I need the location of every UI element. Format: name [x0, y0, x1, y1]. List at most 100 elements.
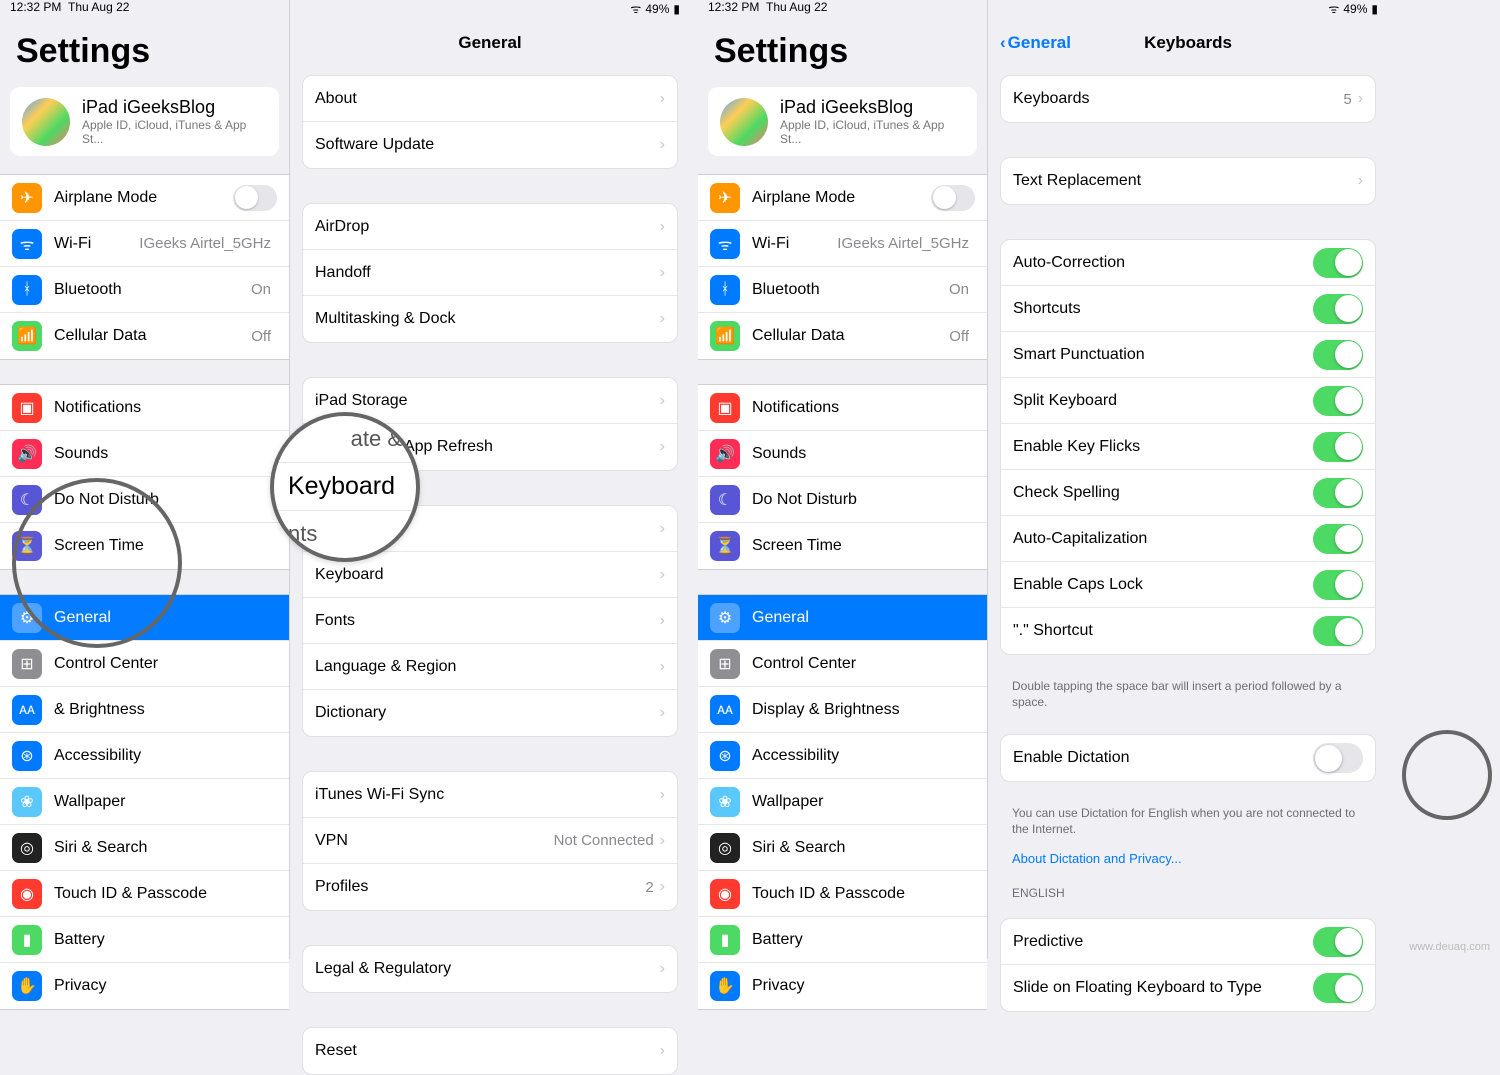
wifi-status-icon: ᯤ	[630, 0, 641, 17]
row-fonts[interactable]: Fonts›	[303, 598, 677, 644]
sidebar-item-controlcenter[interactable]: ⊞Control Center	[698, 641, 987, 687]
sidebar-item-battery[interactable]: ▮Battery	[0, 917, 289, 963]
row-about[interactable]: About›	[303, 76, 677, 122]
sidebar-item-screentime[interactable]: ⏳Screen Time	[698, 523, 987, 569]
sidebar-item-touchid[interactable]: ◉Touch ID & Passcode	[0, 871, 289, 917]
row-autocorrect[interactable]: Auto-Correction	[1001, 240, 1375, 286]
apple-id-row[interactable]: iPad iGeeksBlog Apple ID, iCloud, iTunes…	[10, 87, 279, 156]
siri-icon: ◎	[710, 833, 740, 863]
row-text-replacement[interactable]: Text Replacement›	[1001, 158, 1375, 204]
row-dictionary[interactable]: Dictionary›	[303, 690, 677, 736]
row-autocapitalization[interactable]: Auto-Capitalization	[1001, 516, 1375, 562]
row-itunes-sync[interactable]: iTunes Wi-Fi Sync›	[303, 772, 677, 818]
sidebar-item-display[interactable]: ᴀᴀDisplay & Brightness	[698, 687, 987, 733]
sliders-icon: ⊞	[710, 649, 740, 679]
airplane-toggle[interactable]	[931, 185, 975, 211]
dictation-privacy-link[interactable]: About Dictation and Privacy...	[988, 847, 1388, 878]
toggle-key-flicks[interactable]	[1313, 432, 1363, 462]
toggle-dot-shortcut[interactable]	[1313, 616, 1363, 646]
row-predictive[interactable]: Predictive	[1001, 919, 1375, 965]
sidebar-item-dnd[interactable]: ☾Do Not Disturb	[698, 477, 987, 523]
sidebar-item-wifi[interactable]: ᯤWi-FiIGeeks Airtel_5GHz	[0, 221, 289, 267]
sidebar-item-controlcenter[interactable]: ⊞Control Center	[0, 641, 289, 687]
toggle-shortcuts[interactable]	[1313, 294, 1363, 324]
toggle-caps-lock[interactable]	[1313, 570, 1363, 600]
toggle-smart-punctuation[interactable]	[1313, 340, 1363, 370]
sidebar-item-bluetooth[interactable]: ᚼBluetoothOn	[0, 267, 289, 313]
row-handoff[interactable]: Handoff›	[303, 250, 677, 296]
sidebar-item-wifi[interactable]: ᯤWi-FiIGeeks Airtel_5GHz	[698, 221, 987, 267]
row-enable-dictation[interactable]: Enable Dictation	[1001, 735, 1375, 781]
battery-icon: ▮	[673, 2, 680, 16]
sidebar-item-battery[interactable]: ▮Battery	[698, 917, 987, 963]
back-button-general[interactable]: ‹General	[1000, 33, 1071, 53]
sidebar-item-general[interactable]: ⚙General	[0, 595, 289, 641]
toggle-dictation[interactable]	[1313, 743, 1363, 773]
chevron-right-icon: ›	[660, 878, 665, 896]
row-multitasking[interactable]: Multitasking & Dock›	[303, 296, 677, 342]
sidebar-item-bluetooth[interactable]: ᚼBluetoothOn	[698, 267, 987, 313]
sidebar-item-sounds[interactable]: 🔊Sounds	[0, 431, 289, 477]
sidebar-item-screentime[interactable]: ⏳Screen Time	[0, 523, 289, 569]
row-key-flicks[interactable]: Enable Key Flicks	[1001, 424, 1375, 470]
sidebar-item-privacy[interactable]: ✋Privacy	[698, 963, 987, 1009]
apple-id-row[interactable]: iPad iGeeksBlog Apple ID, iCloud, iTunes…	[708, 87, 977, 156]
chevron-right-icon: ›	[660, 218, 665, 236]
wifi-icon: ᯤ	[12, 229, 42, 259]
toggle-predictive[interactable]	[1313, 927, 1363, 957]
sidebar-item-accessibility[interactable]: ⊛Accessibility	[698, 733, 987, 779]
toggle-slide-floating[interactable]	[1313, 973, 1363, 1003]
toggle-autocapitalization[interactable]	[1313, 524, 1363, 554]
avatar-icon	[22, 98, 70, 146]
sidebar-item-airplane[interactable]: ✈Airplane Mode	[0, 175, 289, 221]
keyboards-panel: ᯤ49%▮ ‹General Keyboards Keyboards5› Tex…	[988, 0, 1388, 959]
panel-title-keyboards: ‹General Keyboards	[988, 17, 1388, 61]
sidebar-item-airplane[interactable]: ✈Airplane Mode	[698, 175, 987, 221]
settings-title: Settings	[698, 14, 987, 81]
toggle-check-spelling[interactable]	[1313, 478, 1363, 508]
sidebar-item-general[interactable]: ⚙General	[698, 595, 987, 641]
account-name: iPad iGeeksBlog	[82, 97, 267, 118]
row-software-update[interactable]: Software Update›	[303, 122, 677, 168]
sidebar-item-siri[interactable]: ◎Siri & Search	[0, 825, 289, 871]
row-shortcuts[interactable]: Shortcuts	[1001, 286, 1375, 332]
toggle-split-keyboard[interactable]	[1313, 386, 1363, 416]
row-legal[interactable]: Legal & Regulatory›	[303, 946, 677, 992]
sidebar-item-wallpaper[interactable]: ❀Wallpaper	[698, 779, 987, 825]
airplane-icon: ✈	[12, 183, 42, 213]
toggle-autocorrect[interactable]	[1313, 248, 1363, 278]
sidebar-item-privacy[interactable]: ✋Privacy	[0, 963, 289, 1009]
sidebar-item-cellular[interactable]: 📶Cellular DataOff	[698, 313, 987, 359]
row-profiles[interactable]: Profiles2›	[303, 864, 677, 910]
cellular-icon: 📶	[710, 321, 740, 351]
sidebar-item-cellular[interactable]: 📶Cellular DataOff	[0, 313, 289, 359]
sidebar-item-sounds[interactable]: 🔊Sounds	[698, 431, 987, 477]
sidebar-item-dnd[interactable]: ☾Do Not Disturb	[0, 477, 289, 523]
notifications-icon: ▣	[12, 393, 42, 423]
row-language-region[interactable]: Language & Region›	[303, 644, 677, 690]
row-airdrop[interactable]: AirDrop›	[303, 204, 677, 250]
sidebar-item-siri[interactable]: ◎Siri & Search	[698, 825, 987, 871]
sidebar-item-notifications[interactable]: ▣Notifications	[0, 385, 289, 431]
row-reset[interactable]: Reset›	[303, 1028, 677, 1074]
chevron-right-icon: ›	[660, 704, 665, 722]
row-slide-floating[interactable]: Slide on Floating Keyboard to Type	[1001, 965, 1375, 1011]
row-caps-lock[interactable]: Enable Caps Lock	[1001, 562, 1375, 608]
sidebar-item-accessibility[interactable]: ⊛Accessibility	[0, 733, 289, 779]
hand-icon: ✋	[12, 971, 42, 1001]
row-vpn[interactable]: VPNNot Connected›	[303, 818, 677, 864]
row-dot-shortcut[interactable]: "." Shortcut	[1001, 608, 1375, 654]
chevron-right-icon: ›	[660, 960, 665, 978]
sidebar-item-touchid[interactable]: ◉Touch ID & Passcode	[698, 871, 987, 917]
row-check-spelling[interactable]: Check Spelling	[1001, 470, 1375, 516]
chevron-right-icon: ›	[660, 1042, 665, 1060]
row-split-keyboard[interactable]: Split Keyboard	[1001, 378, 1375, 424]
row-smart-punctuation[interactable]: Smart Punctuation	[1001, 332, 1375, 378]
row-keyboards[interactable]: Keyboards5›	[1001, 76, 1375, 122]
wallpaper-icon: ❀	[710, 787, 740, 817]
sidebar-item-display[interactable]: ᴀᴀ& Brightness	[0, 687, 289, 733]
sidebar-item-wallpaper[interactable]: ❀Wallpaper	[0, 779, 289, 825]
sidebar-item-notifications[interactable]: ▣Notifications	[698, 385, 987, 431]
airplane-toggle[interactable]	[233, 185, 277, 211]
status-bar-right: ᯤ49%▮	[290, 0, 690, 17]
